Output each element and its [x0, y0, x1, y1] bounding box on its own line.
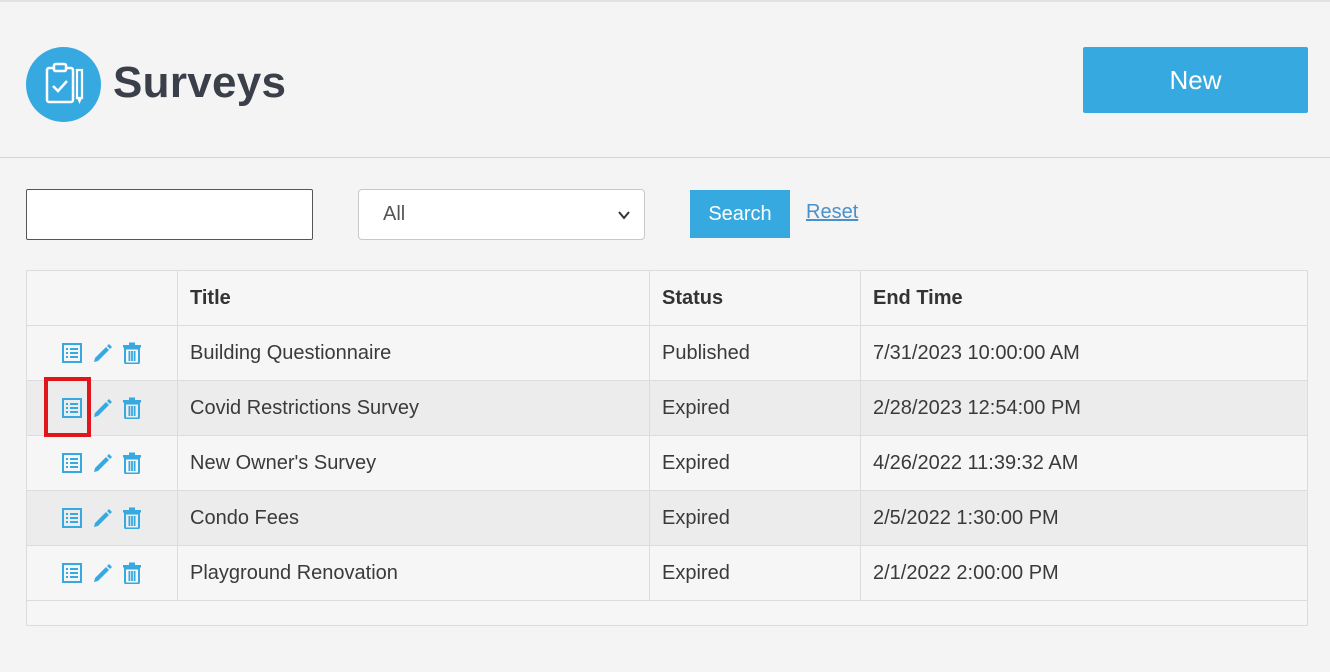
table-row: Covid Restrictions Survey Expired 2/28/202…	[27, 381, 1307, 436]
new-survey-button[interactable]: New	[1083, 47, 1308, 113]
edit-pencil-icon[interactable]	[91, 561, 113, 585]
survey-status-cell: Expired	[649, 491, 860, 545]
column-header-title[interactable]: Title	[177, 271, 649, 325]
column-header-end-time[interactable]: End Time	[860, 271, 1307, 325]
survey-end-time-cell: 2/28/2023 12:54:00 PM	[860, 381, 1307, 435]
survey-title-cell: Condo Fees	[177, 491, 649, 545]
status-filter-select[interactable]: All	[358, 189, 645, 240]
edit-pencil-icon[interactable]	[91, 506, 113, 530]
survey-status-cell: Expired	[649, 436, 860, 490]
survey-status-cell: Expired	[649, 381, 860, 435]
delete-trash-icon[interactable]	[121, 451, 143, 475]
table-row: New Owner's Survey Expired 4/26/2022 11:39…	[27, 436, 1307, 491]
action-group	[61, 341, 143, 365]
results-list-icon[interactable]	[61, 396, 83, 420]
survey-title-cell: Building Questionnaire	[177, 326, 649, 380]
row-actions	[27, 546, 177, 600]
row-actions	[27, 381, 177, 435]
column-header-status[interactable]: Status	[649, 271, 860, 325]
survey-title-cell: Covid Restrictions Survey	[177, 381, 649, 435]
surveys-table: Title Status End Time Building Questionn…	[26, 270, 1308, 626]
edit-pencil-icon[interactable]	[91, 341, 113, 365]
page-title: Surveys	[113, 58, 287, 107]
page-header: Surveys New	[0, 2, 1330, 158]
table-row: Building Questionnaire Published 7/31/2023…	[27, 326, 1307, 381]
results-list-icon[interactable]	[61, 341, 83, 365]
column-header-actions	[27, 271, 177, 325]
row-actions	[27, 326, 177, 380]
action-group	[61, 451, 143, 475]
results-list-icon[interactable]	[61, 561, 83, 585]
survey-end-time-cell: 7/31/2023 10:00:00 AM	[860, 326, 1307, 380]
search-button[interactable]: Search	[690, 190, 790, 238]
survey-status-cell: Published	[649, 326, 860, 380]
survey-end-time-cell: 4/26/2022 11:39:32 AM	[860, 436, 1307, 490]
delete-trash-icon[interactable]	[121, 561, 143, 585]
edit-pencil-icon[interactable]	[91, 396, 113, 420]
results-list-icon[interactable]	[61, 451, 83, 475]
delete-trash-icon[interactable]	[121, 506, 143, 530]
action-group	[61, 506, 143, 530]
survey-title-cell: New Owner's Survey	[177, 436, 649, 490]
survey-end-time-cell: 2/5/2022 1:30:00 PM	[860, 491, 1307, 545]
table-row: Condo Fees Expired 2/5/2022 1:30:00 PM	[27, 491, 1307, 546]
delete-trash-icon[interactable]	[121, 341, 143, 365]
delete-trash-icon[interactable]	[121, 396, 143, 420]
chevron-down-icon	[616, 206, 632, 229]
clipboard-check-icon	[26, 47, 101, 122]
status-filter-value: All	[383, 203, 406, 225]
survey-status-cell: Expired	[649, 546, 860, 600]
action-group	[61, 396, 143, 420]
edit-pencil-icon[interactable]	[91, 451, 113, 475]
table-row: Playground Renovation Expired 2/1/2022 2:0…	[27, 546, 1307, 601]
row-actions	[27, 436, 177, 490]
table-footer	[27, 601, 1307, 625]
reset-link[interactable]: Reset	[806, 201, 858, 224]
row-actions	[27, 491, 177, 545]
survey-title-cell: Playground Renovation	[177, 546, 649, 600]
results-list-icon[interactable]	[61, 506, 83, 530]
search-input[interactable]	[26, 189, 313, 240]
survey-end-time-cell: 2/1/2022 2:00:00 PM	[860, 546, 1307, 600]
table-header-row: Title Status End Time	[27, 271, 1307, 326]
action-group	[61, 561, 143, 585]
